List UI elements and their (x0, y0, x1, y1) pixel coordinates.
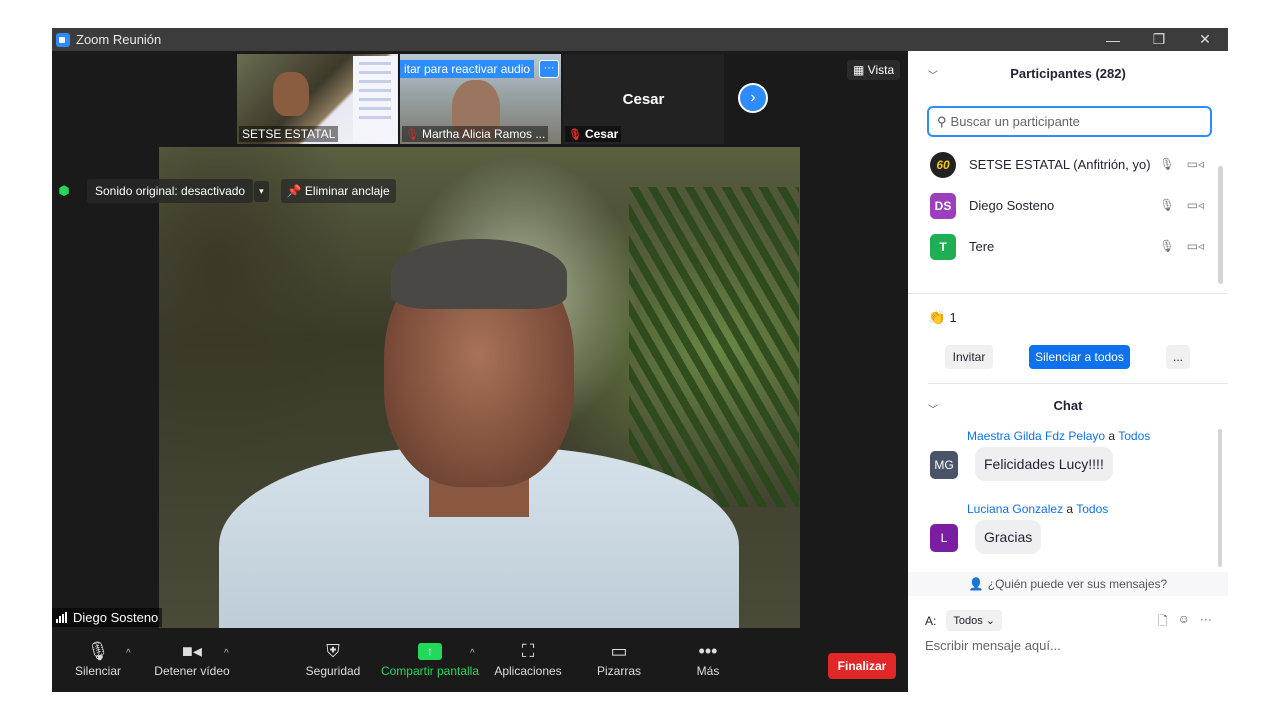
participant-search-input[interactable]: ⚲ Buscar un participante (927, 106, 1212, 137)
audio-options-caret[interactable]: ^ (126, 648, 131, 659)
person-icon: 👤 (968, 577, 984, 591)
chevron-down-icon: ⌄ (985, 615, 995, 627)
participant-row[interactable]: T Tere 🎙 ▭◃ (908, 226, 1218, 267)
zoom-logo-icon (56, 32, 70, 47)
video-camera-icon[interactable]: ▭◃ (1187, 239, 1204, 253)
main-video (159, 147, 800, 628)
meeting-toolbar: 🎙 Silenciar ^ ■◂ Detener vídeo ^ ⛨ Segur… (52, 628, 908, 692)
participants-more-button[interactable]: ... (1166, 345, 1190, 369)
mic-muted-icon: 🎙 (568, 129, 582, 141)
video-area: SETSE ESTATAL itar para reactivar audio … (52, 51, 908, 628)
minimize-button[interactable]: — (1090, 28, 1136, 51)
view-button[interactable]: ▦ Vista (847, 60, 901, 80)
video-thumbnail[interactable]: itar para reactivar audio ··· 🎙 Martha Al… (400, 54, 561, 144)
divider (928, 383, 1228, 384)
title-bar: Zoom Reunión — ❐ ✕ (52, 28, 1228, 51)
participant-name-tile: Cesar (622, 90, 665, 108)
video-camera-icon[interactable]: ▭◃ (1187, 157, 1204, 171)
mute-all-button[interactable]: Silenciar a todos (1029, 345, 1130, 369)
mic-muted-icon: 🎙 (405, 129, 419, 141)
video-thumbnail[interactable]: SETSE ESTATAL (237, 54, 398, 144)
thumbnail-name: SETSE ESTATAL (239, 126, 339, 142)
divider (908, 293, 1228, 294)
thumbnail-name: 🎙 Martha Alicia Ramos ... (402, 126, 549, 142)
share-options-caret[interactable]: ^ (470, 648, 475, 659)
microphone-icon[interactable]: 🎙 (1159, 239, 1174, 253)
shield-icon[interactable]: ⬢ (57, 183, 71, 199)
unmute-banner[interactable]: itar para reactivar audio (400, 60, 535, 78)
file-icon[interactable]: 🗋 (1158, 612, 1168, 633)
more-dots-icon: ••• (698, 640, 718, 661)
signal-icon (56, 612, 68, 623)
mute-button[interactable]: 🎙 Silenciar (74, 638, 122, 679)
video-options-caret[interactable]: ^ (224, 648, 229, 659)
participant-row[interactable]: DS Diego Sosteno 🎙 ▭◃ (908, 185, 1218, 226)
next-page-button[interactable]: › (738, 83, 768, 113)
chat-scrollbar[interactable] (1218, 429, 1222, 567)
security-button[interactable]: ⛨ Seguridad (304, 638, 362, 679)
thumbnail-strip: SETSE ESTATAL itar para reactivar audio … (237, 54, 726, 144)
avatar: DS (930, 192, 956, 219)
video-camera-icon[interactable]: ▭◃ (1187, 198, 1204, 212)
video-overlay-bar: ⬢ Sonido original: desactivado ▾ 📌 Elimi… (57, 179, 396, 203)
chat-message-input[interactable]: Escribir mensaje aquí... (925, 638, 1061, 653)
restore-button[interactable]: ❐ (1136, 28, 1182, 51)
stop-video-button[interactable]: ■◂ Detener vídeo (152, 638, 232, 679)
emoji-icon[interactable]: ☺ (1178, 612, 1190, 633)
whiteboards-button[interactable]: ▭ Pizarras (596, 638, 642, 679)
avatar: MG (930, 451, 958, 479)
zoom-window: Zoom Reunión — ❐ ✕ SETSE ESTATAL itar pa… (52, 28, 1228, 692)
more-button[interactable]: ••• Más (690, 638, 726, 679)
microphone-icon[interactable]: 🎙 (1159, 157, 1174, 171)
avatar: L (930, 524, 958, 552)
invite-button[interactable]: Invitar (945, 345, 993, 369)
participant-name: Diego Sosteno (969, 198, 1055, 213)
participant-scrollbar[interactable] (1218, 166, 1223, 284)
chat-title: Chat (1053, 397, 1083, 413)
microphone-icon[interactable]: 🎙 (1159, 198, 1174, 212)
window-title: Zoom Reunión (76, 32, 162, 47)
recipient-dropdown[interactable]: Todos ⌄ (946, 610, 1002, 631)
more-dots-icon[interactable]: ··· (1200, 612, 1212, 633)
chat-bubble: Felicidades Lucy!!!! (975, 447, 1113, 481)
microphone-icon: 🎙 (86, 640, 110, 661)
share-screen-button[interactable]: ↑ Compartir pantalla (380, 638, 480, 678)
participant-name: SETSE ESTATAL (Anfitrión, yo) (969, 157, 1151, 172)
original-sound-toggle[interactable]: Sonido original: desactivado (87, 179, 254, 203)
end-meeting-button[interactable]: Finalizar (828, 653, 896, 679)
participant-name: Tere (969, 239, 995, 254)
recipient-label: A: (925, 613, 937, 628)
video-camera-icon: ■◂ (182, 640, 202, 661)
pin-icon: 📌 (286, 184, 305, 198)
side-panel: ﹀ Participantes (282) ⚲ Buscar un partic… (908, 51, 1228, 692)
apps-button[interactable]: ⛶ Aplicaciones (494, 638, 562, 679)
unpin-button[interactable]: 📌 Eliminar anclaje (280, 179, 396, 203)
apps-icon: ⛶ (521, 640, 535, 661)
avatar: T (930, 233, 956, 260)
reaction-count: 👏 1 (928, 309, 957, 325)
shield-icon: ⛨ (326, 640, 340, 661)
share-arrow-icon: ↑ (418, 642, 442, 660)
chat-sender[interactable]: Maestra Gilda Fdz Pelayo a Todos (967, 429, 1150, 443)
thumbnail-more-button[interactable]: ··· (539, 60, 559, 78)
search-icon: ⚲ (937, 113, 947, 129)
chat-bubble: Gracias (975, 520, 1042, 554)
recipient-row: A: Todos ⌄ (925, 610, 1002, 631)
participants-title: Participantes (282) (1010, 65, 1126, 81)
thumbnail-name: 🎙 Cesar (565, 126, 622, 142)
original-sound-dropdown[interactable]: ▾ (254, 180, 269, 202)
participant-row[interactable]: 60 SETSE ESTATAL (Anfitrión, yo) 🎙 ▭◃ (908, 144, 1218, 185)
video-thumbnail[interactable]: Cesar 🎙 Cesar (563, 54, 724, 144)
who-can-see-link[interactable]: 👤 ¿Quién puede ver sus mensajes? (908, 572, 1228, 596)
close-button[interactable]: ✕ (1182, 28, 1228, 51)
avatar: 60 (930, 151, 956, 178)
chat-sender[interactable]: Luciana Gonzalez a Todos (967, 502, 1108, 516)
whiteboard-icon: ▭ (610, 640, 628, 661)
grid-icon: ▦ (853, 63, 868, 77)
clapping-hands-icon: 👏 (928, 309, 946, 325)
participant-list: 60 SETSE ESTATAL (Anfitrión, yo) 🎙 ▭◃ DS … (908, 144, 1218, 267)
speaker-name-label: Diego Sosteno (52, 608, 163, 627)
